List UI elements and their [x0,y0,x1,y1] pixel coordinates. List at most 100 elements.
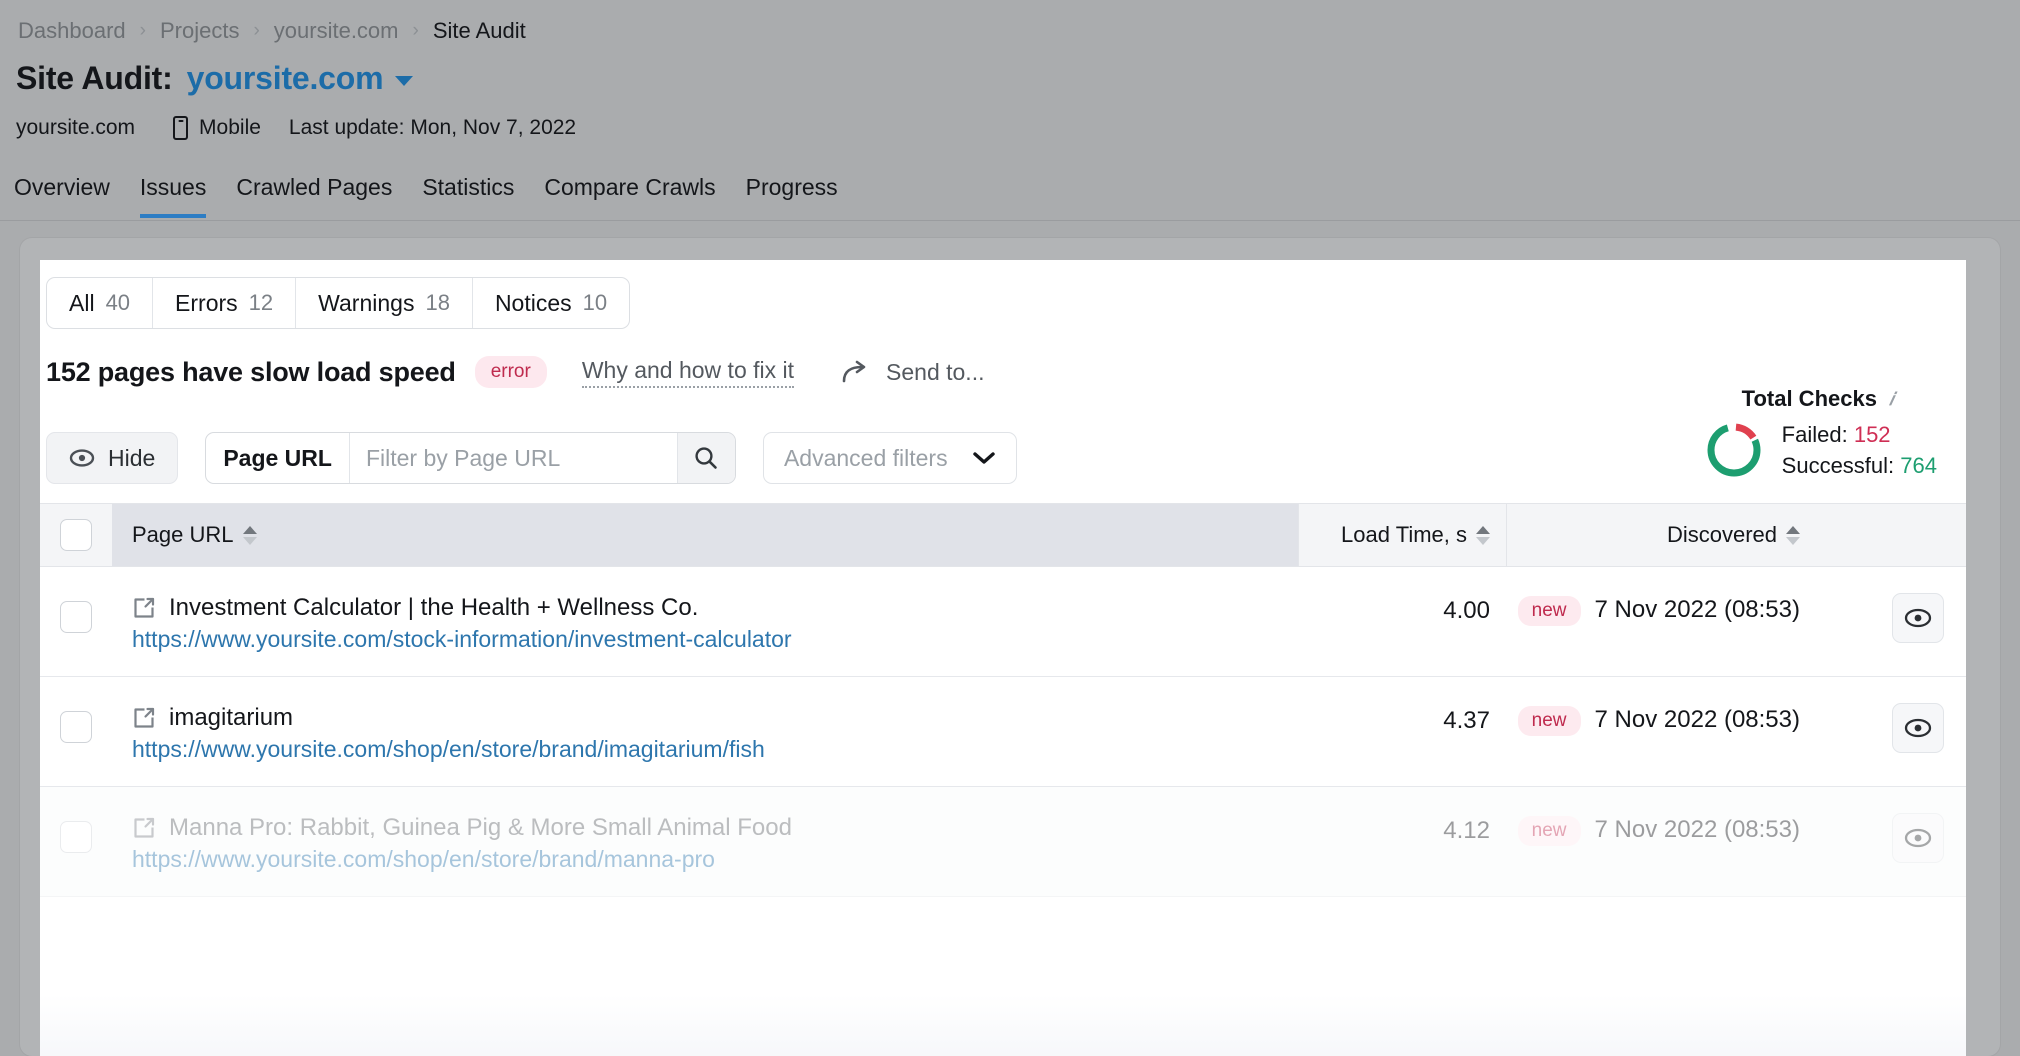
row-discovered-cell: new 7 Nov 2022 (08:53) [1506,677,1892,786]
row-url-link[interactable]: https://www.yoursite.com/shop/en/store/b… [132,846,1298,873]
hide-button-label: Hide [108,444,156,471]
meta-last-update: Last update: Mon, Nov 7, 2022 [288,116,577,139]
vertical-scrollbar[interactable] [1966,260,1980,1056]
total-checks-failed-label: Failed: [1781,422,1848,447]
column-header-load-time[interactable]: Load Time, s [1298,504,1506,566]
breadcrumb-separator-icon: › [253,19,260,41]
row-preview-button[interactable] [1892,703,1944,753]
breadcrumb-item-site[interactable]: yoursite.com [274,18,399,44]
severity-filter-all-label: All [69,289,95,316]
meta-device: Mobile [173,116,261,140]
table-row[interactable]: imagitarium https://www.yoursite.com/sho… [40,677,1980,787]
tab-overview[interactable]: Overview [14,174,110,218]
search-icon [695,447,718,469]
select-all-checkbox[interactable] [60,519,92,551]
tab-issues[interactable]: Issues [139,174,207,218]
row-checkbox[interactable] [60,821,92,853]
issue-headline-row: 152 pages have slow load speed error Why… [46,356,984,388]
sort-arrows-icon[interactable] [1786,525,1800,545]
total-checks-successful-label: Successful: [1781,453,1895,479]
table-header-row: Page URL Load Time, s Discovered [40,503,1980,567]
total-checks-successful: Successful: 764 [1782,450,1937,481]
breadcrumb: Dashboard › Projects › yoursite.com › Si… [18,18,526,44]
sort-arrows-icon[interactable] [1476,525,1490,545]
severity-filter-all[interactable]: All 40 [47,278,154,328]
severity-filter-notices[interactable]: Notices 10 [473,278,629,328]
eye-icon [1904,828,1932,848]
row-discovered-cell: new 7 Nov 2022 (08:53) [1506,567,1892,676]
severity-filter-warnings[interactable]: Warnings 18 [296,278,473,328]
issues-table: Page URL Load Time, s Discovered Investm… [40,503,1980,897]
status-badge: error [474,356,547,388]
severity-filter-errors-label: Errors [175,289,238,316]
severity-filter-group: All 40 Errors 12 Warnings 18 Notices 10 [46,277,631,329]
tabs-divider [0,220,2020,221]
breadcrumb-separator-icon: › [139,19,146,41]
row-select-cell [40,677,112,786]
row-select-cell [40,567,112,676]
row-url-link[interactable]: https://www.yoursite.com/shop/en/store/b… [132,736,1298,763]
send-to-label: Send to... [886,358,985,385]
search-button[interactable] [676,433,735,483]
column-header-page-url[interactable]: Page URL [112,504,1298,566]
row-discovered-date: 7 Nov 2022 (08:53) [1594,816,1800,843]
severity-filter-errors[interactable]: Errors 12 [153,278,297,328]
severity-filter-notices-count: 10 [582,290,608,315]
chevron-down-icon[interactable] [395,75,414,86]
sort-arrows-icon[interactable] [242,525,257,545]
issue-headline: 152 pages have slow load speed [46,356,456,387]
external-link-icon[interactable] [132,816,156,840]
severity-filter-errors-count: 12 [248,290,274,315]
page-title-label: Site Audit: [16,60,173,96]
row-title-text: Manna Pro: Rabbit, Guinea Pig & More Sma… [169,814,792,841]
row-new-badge: new [1517,816,1581,846]
row-new-badge: new [1517,706,1581,736]
column-header-discovered[interactable]: Discovered [1506,504,1892,566]
total-checks-legend: Failed: 152 Successful: 764 [1782,419,1937,481]
breadcrumb-item-projects[interactable]: Projects [160,18,239,44]
row-load-time: 4.12 [1443,817,1490,844]
info-icon[interactable]: 𝑖 [1889,389,1894,410]
tab-progress[interactable]: Progress [746,174,838,218]
row-page-url-cell: Investment Calculator | the Health + Wel… [112,567,1298,676]
tab-crawled-pages[interactable]: Crawled Pages [236,174,392,218]
send-to-button[interactable]: Send to... [842,359,984,386]
row-discovered-date: 7 Nov 2022 (08:53) [1594,596,1800,623]
total-checks-widget: Total Checks 𝑖 Failed: 152 Successful: 7… [1703,386,1937,481]
severity-filter-notices-label: Notices [494,289,572,316]
tab-compare-crawls[interactable]: Compare Crawls [544,174,715,218]
row-load-time: 4.37 [1443,707,1490,734]
total-checks-title: Total Checks [1741,386,1877,411]
project-selector-label[interactable]: yoursite.com [187,60,384,97]
row-preview-button[interactable] [1892,593,1944,643]
row-checkbox[interactable] [60,711,92,743]
hide-button[interactable]: Hide [46,432,179,484]
external-link-icon[interactable] [132,596,156,620]
row-load-time: 4.00 [1443,597,1490,624]
row-select-cell [40,787,112,896]
table-row[interactable]: Investment Calculator | the Health + Wel… [40,567,1980,677]
filter-controls: Hide Page URL Advanced filters [46,432,1017,484]
chevron-down-icon [972,451,995,464]
severity-filter-warnings-count: 18 [425,290,450,315]
tab-statistics[interactable]: Statistics [422,174,514,218]
row-checkbox[interactable] [60,601,92,633]
row-preview-button[interactable] [1892,813,1944,863]
severity-filter-all-count: 40 [105,290,131,315]
total-checks-failed-value: 152 [1853,422,1891,447]
project-meta: yoursite.com Mobile Last update: Mon, No… [16,116,576,140]
total-checks-title-row: Total Checks 𝑖 [1703,386,1937,412]
breadcrumb-item-dashboard[interactable]: Dashboard [18,18,126,44]
search-input[interactable] [349,433,677,483]
page-url-filter-label[interactable]: Page URL [206,433,350,483]
eye-icon [1904,608,1932,628]
row-discovered-cell: new 7 Nov 2022 (08:53) [1506,787,1892,896]
advanced-filters-dropdown[interactable]: Advanced filters [762,432,1017,484]
total-checks-body: Failed: 152 Successful: 764 [1703,419,1937,481]
external-link-icon[interactable] [132,706,156,730]
table-row[interactable]: Manna Pro: Rabbit, Guinea Pig & More Sma… [40,787,1980,897]
why-and-how-to-fix-it-link[interactable]: Why and how to fix it [581,357,795,388]
row-discovered-date: 7 Nov 2022 (08:53) [1594,706,1800,733]
row-url-link[interactable]: https://www.yoursite.com/stock-informati… [132,626,1298,653]
meta-domain: yoursite.com [16,116,136,139]
